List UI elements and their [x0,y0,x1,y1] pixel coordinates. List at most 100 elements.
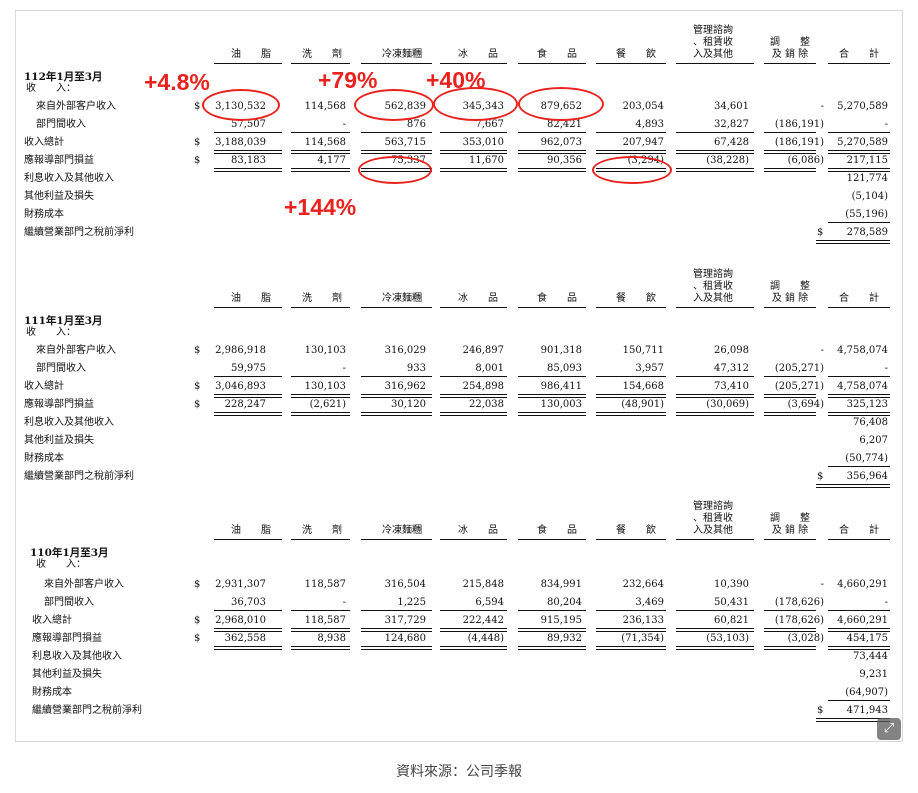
column-header: 食 品 [537,49,577,60]
row-label: 財務成本 [32,687,72,698]
table-cell: 124,680 [384,633,426,644]
table-cell: 4,893 [635,119,664,130]
table-rule [214,150,282,154]
column-header: 餐 飲 [616,49,656,60]
table-cell: - [342,119,346,130]
table-rule [518,394,586,398]
column-header: 管理諮詢 、租賃收 入及其他 [693,25,733,60]
table-cell: 80,204 [547,597,582,608]
header-underline [361,539,432,540]
header-underline [214,63,282,64]
header-underline [764,63,816,64]
table-rule [828,412,890,416]
table-cell: 82,421 [547,119,582,130]
column-header: 合 計 [839,525,879,536]
header-underline [596,307,666,308]
table-rule [440,628,507,632]
table-rule [764,394,816,398]
table-rule [828,394,890,398]
column-header: 食 品 [537,293,577,304]
header-underline [828,539,890,540]
table-rule [291,610,350,611]
table-cell: 915,195 [540,615,582,626]
table-rule [676,412,754,416]
table-cell: 5,270,589 [837,137,888,148]
column-header: 冰 品 [458,525,498,536]
document-frame: 油 脂洗 劑冷凍麵糰冰 品食 品餐 飲管理諮詢 、租賃收 入及其他調 整 及 銷… [15,10,903,742]
table-cell: 4,177 [317,155,346,166]
table-cell: 232,664 [622,579,664,590]
row-label: 繼續營業部門之稅前淨利 [32,705,142,716]
table-rule [361,412,432,416]
header-underline [214,307,282,308]
table-cell: (3,694) [787,399,824,410]
table-cell: 4,660,291 [837,579,888,590]
table-rule [214,646,282,650]
table-rule [596,628,666,632]
table-cell: 454,175 [846,633,888,644]
column-header: 油 脂 [231,525,271,536]
table-cell: 353,010 [462,137,504,148]
table-rule [816,240,890,244]
row-label: 財務成本 [24,209,64,220]
table-rule [440,168,507,172]
header-underline [764,307,816,308]
row-label: 繼續營業部門之稅前淨利 [24,471,134,482]
header-underline [518,63,586,64]
table-cell: 4,758,074 [837,381,888,392]
table-cell: 90,356 [547,155,582,166]
table-cell: 236,133 [622,615,664,626]
table-cell: 228,247 [224,399,266,410]
column-header: 合 計 [839,293,879,304]
table-rule [214,394,282,398]
table-cell: (6,086) [787,155,824,166]
column-header: 調 整 及 銷 除 [770,513,810,536]
table-cell: 26,098 [714,345,749,356]
row-label: 部門間收入 [44,597,94,608]
header-underline [764,539,816,540]
header-underline [440,307,507,308]
table-rule [440,412,507,416]
table-rule [596,132,666,133]
table-cell: (4,448) [467,633,504,644]
table-cell: 130,003 [540,399,582,410]
table-cell: 121,774 [846,173,888,184]
table-cell: (53,103) [706,633,749,644]
table-rule [214,412,282,416]
table-rule [676,628,754,632]
table-rule [291,628,350,632]
header-underline [361,63,432,64]
table-cell: 4,660,291 [837,615,888,626]
table-cell: (50,774) [845,453,888,464]
table-cell: 3,188,039 [215,137,266,148]
table-rule [518,132,586,133]
highlight-oval-profit-catering [592,156,672,184]
highlight-oval-profit-frozen [358,156,432,184]
table-cell: 50,431 [714,597,749,608]
table-cell: 563,715 [384,137,426,148]
highlight-oval-food [518,87,604,121]
header-underline [676,307,754,308]
table-cell: (178,626) [774,597,824,608]
table-rule [676,132,754,133]
source-caption: 資料來源：公司季報 [396,764,522,780]
table-cell: - [884,119,888,130]
table-rule [361,394,432,398]
table-rule [518,168,586,172]
table-rule [596,394,666,398]
table-cell: (205,271) [774,381,824,392]
table-cell: 114,568 [304,137,346,148]
highlight-oval-oil [202,89,280,121]
table-cell: 325,123 [846,399,888,410]
table-rule [828,700,890,701]
table-cell: 36,703 [231,597,266,608]
table-cell: 150,711 [622,345,664,356]
table-cell: 22,038 [469,399,504,410]
row-label: 應報導部門損益 [32,633,102,644]
table-rule [440,610,507,611]
annotation-profit: +144% [284,194,357,220]
table-cell: 59,975 [231,363,266,374]
row-label: 收入總計 [24,137,64,148]
table-cell: 3,469 [635,597,664,608]
expand-icon[interactable]: ⤢ [877,718,901,740]
